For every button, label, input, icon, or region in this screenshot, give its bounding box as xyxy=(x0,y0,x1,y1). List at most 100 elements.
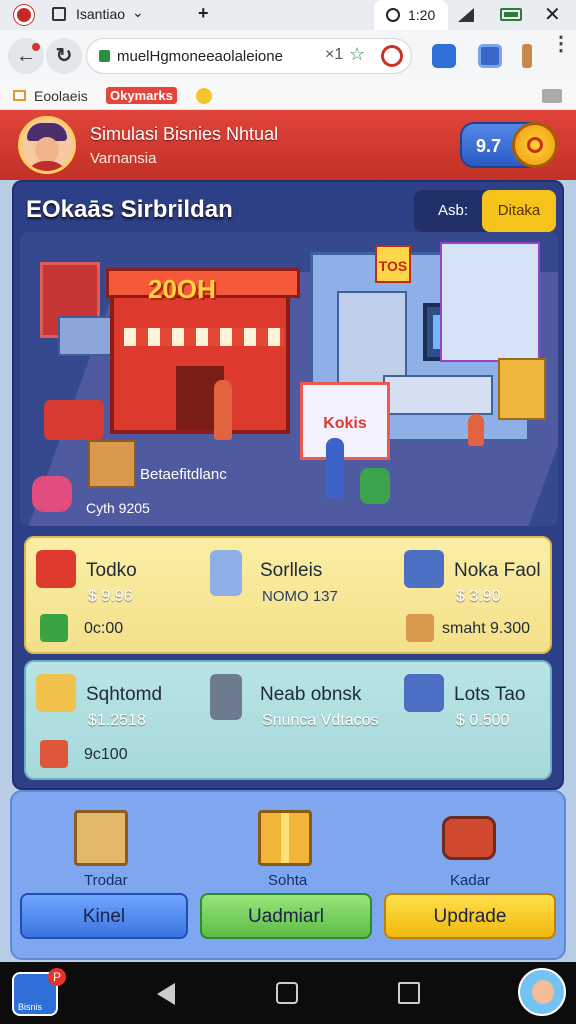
profile-avatar[interactable] xyxy=(518,968,566,1016)
item-name: Sorlleis xyxy=(260,560,323,581)
fridge-icon xyxy=(210,550,242,596)
bottom-label: Sohta xyxy=(268,872,308,889)
counter-icon[interactable] xyxy=(58,316,114,356)
yellow-footer-right: smaht 9.300 xyxy=(442,620,531,637)
item-price: NOMO 137 xyxy=(262,588,338,605)
caption-title: Betaefitdlanc xyxy=(140,466,227,483)
game-title: Simulasi Bisnies Nhtual xyxy=(90,124,279,144)
item-price: $ 9.96 xyxy=(88,588,133,605)
reload-button[interactable]: ↻ xyxy=(46,38,82,74)
clear-label[interactable]: ×1 xyxy=(325,46,343,64)
game-subtitle: Varnansia xyxy=(90,150,157,167)
bookmark-label[interactable]: Eoolaeis xyxy=(34,88,88,104)
scale-icon xyxy=(404,674,444,712)
store-label: Bisnis xyxy=(18,1002,43,1012)
coin-value: 9.7 xyxy=(476,136,502,156)
coin-icon xyxy=(512,122,558,168)
signal-icon xyxy=(458,8,474,22)
tab-title[interactable]: Isantiao xyxy=(76,6,125,22)
url-bar: ← ↻ muelHgmoneeaolaleione ×1 ☆ ⋮ xyxy=(0,30,576,82)
crate-icon xyxy=(40,740,68,768)
extension-icon[interactable] xyxy=(478,44,502,68)
more-menu-icon[interactable]: ⋮ xyxy=(551,34,571,54)
business-scene[interactable]: 20OH TOS Kokis Betaefitdlanc Cyth 9205 xyxy=(20,232,558,526)
bottom-label: Trodar xyxy=(84,872,128,889)
home-nav-icon[interactable] xyxy=(276,982,298,1004)
notification-badge: P xyxy=(48,968,66,986)
cart-icon xyxy=(36,550,76,588)
item-name: Sqhtomd xyxy=(86,684,163,705)
battery-icon xyxy=(500,8,522,21)
yellow-card: Todko $ 9.96 Sorlleis NOMO 137 Noka Faol… xyxy=(24,536,552,654)
item-price: $1.2518 xyxy=(88,712,146,729)
item-name: Lots Tao xyxy=(454,684,526,705)
item-price: Snunca Vdtacos xyxy=(262,712,379,729)
game-header: Simulasi Bisnies Nhtual Varnansia 9.7 xyxy=(0,110,576,180)
box-icon[interactable] xyxy=(88,440,136,488)
truck-icon[interactable] xyxy=(44,400,104,440)
side-shelf-icon[interactable] xyxy=(440,242,540,362)
back-button[interactable]: ← xyxy=(8,38,44,74)
chevron-down-icon[interactable]: ⌄ xyxy=(132,4,144,21)
time-label: 1:20 xyxy=(408,7,436,23)
bottom-label: Kadar xyxy=(450,872,491,889)
yellow-footer-left: 0c:00 xyxy=(84,620,124,637)
uadmiarl-button[interactable]: Uadmiarl xyxy=(200,893,372,939)
atm-icon[interactable] xyxy=(498,358,546,420)
scene-top-controls: Asb: Ditaka xyxy=(414,190,556,232)
address-field[interactable]: muelHgmoneeaolaleione ×1 ☆ xyxy=(86,38,412,74)
board-sign[interactable]: Kokis xyxy=(300,382,390,460)
coin-balance[interactable]: 9.7 xyxy=(460,122,558,168)
status-bar: Isantiao ⌄ + 1:20 ✕ xyxy=(0,0,576,30)
bag-icon[interactable] xyxy=(32,476,72,512)
shelf-icon xyxy=(36,674,76,712)
caption-value: Cyth 9205 xyxy=(86,500,150,516)
upgrade-button[interactable]: Updrade xyxy=(384,893,556,939)
item-name: Noka Faol xyxy=(454,560,541,581)
download-icon[interactable] xyxy=(522,44,532,68)
app-icon[interactable] xyxy=(14,5,34,25)
plant-icon xyxy=(360,468,390,504)
scene-top-button[interactable]: Ditaka xyxy=(482,190,556,232)
awning-icon xyxy=(124,328,284,346)
recents-nav-icon[interactable] xyxy=(398,982,420,1004)
box-icon[interactable] xyxy=(74,810,128,866)
kinel-button[interactable]: Kinel xyxy=(20,893,188,939)
bookmark-brand[interactable]: Okymarks xyxy=(106,87,177,104)
avatar[interactable] xyxy=(18,116,76,174)
person-icon xyxy=(468,414,484,446)
gift-icon[interactable] xyxy=(258,810,312,866)
item-price: $ 3.90 xyxy=(456,588,501,605)
item-name: Todko xyxy=(86,560,137,581)
tab-icon xyxy=(52,7,66,21)
teal-card: Sqhtomd $1.2518 Neab obnsk Snunca Vdtaco… xyxy=(24,660,552,780)
teal-footer-left: 9c100 xyxy=(84,746,128,763)
person-icon xyxy=(326,438,344,498)
store-sign: 20OH xyxy=(148,274,216,304)
lock-icon xyxy=(99,50,110,62)
folder-icon xyxy=(13,90,26,101)
box-icon xyxy=(406,614,434,642)
record-icon[interactable] xyxy=(381,45,403,67)
tech-sign: TOS xyxy=(375,245,411,283)
url-text[interactable]: muelHgmoneeaolaleione xyxy=(117,48,347,65)
home-icon[interactable] xyxy=(432,44,456,68)
store-app-icon[interactable]: P Bisnis xyxy=(12,968,66,1016)
bookmarks-bar: Eoolaeis Okymarks xyxy=(0,82,576,110)
item-price: $ 0.500 xyxy=(456,712,510,729)
star-icon[interactable]: ☆ xyxy=(349,44,365,65)
item-name: Neab obnsk xyxy=(260,684,362,705)
back-nav-icon[interactable] xyxy=(157,983,175,1005)
cart-icon[interactable] xyxy=(442,816,496,860)
machine-icon xyxy=(210,674,242,720)
register-icon xyxy=(404,550,444,588)
store-building[interactable]: 20OH xyxy=(106,268,300,434)
new-tab-icon[interactable]: + xyxy=(198,3,209,24)
scene-title: EOkaās Sirbrildan xyxy=(26,196,233,223)
close-icon[interactable]: ✕ xyxy=(544,2,561,27)
scene-top-label: Asb: xyxy=(438,202,469,219)
image-icon[interactable] xyxy=(542,89,562,103)
gem-icon xyxy=(40,614,68,642)
smile-icon xyxy=(196,88,212,104)
person-icon xyxy=(214,380,232,440)
